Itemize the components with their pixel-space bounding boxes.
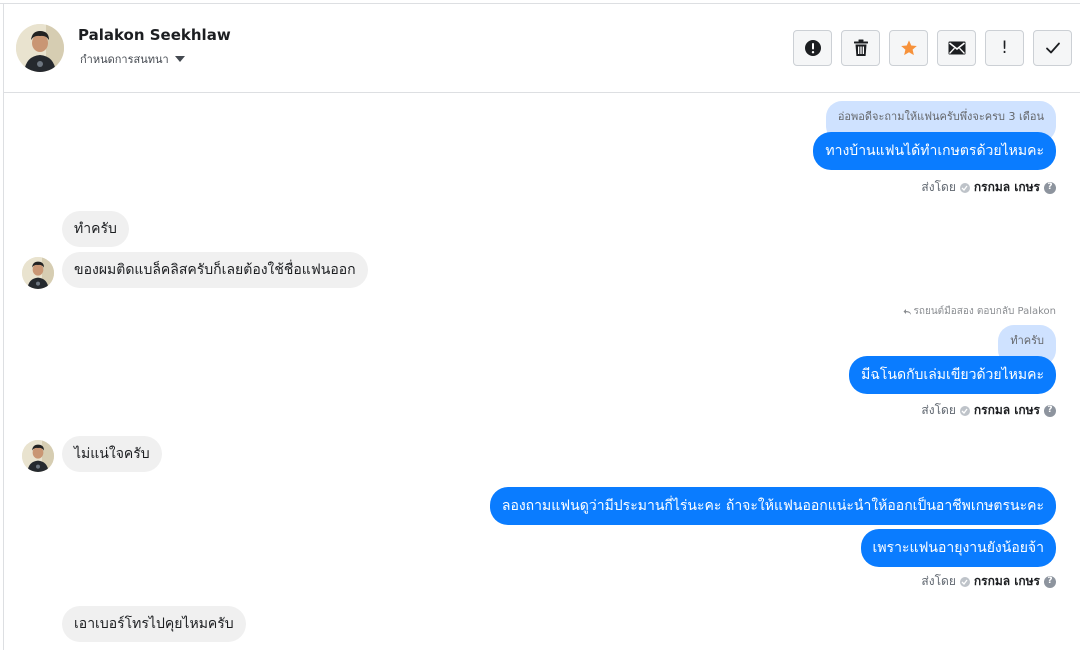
checkmark-icon bbox=[1045, 42, 1060, 54]
caret-down-icon bbox=[174, 56, 185, 62]
sent-by-info: ส่งโดย กรกมล เกษร ? bbox=[921, 401, 1056, 420]
sent-by-label: ส่งโดย bbox=[921, 180, 956, 194]
conversation-header: Palakon Seekhlaw กำหนดการสนทนา ! bbox=[4, 4, 1080, 93]
message-text: ไม่แน่ใจครับ bbox=[74, 446, 150, 462]
reply-indicator-text: รถยนต์มือสอง ตอบกลับ Palakon bbox=[913, 306, 1056, 317]
outgoing-message[interactable]: เพราะแฟนอายุงานยังน้อยจ้า bbox=[860, 529, 1056, 567]
quoted-message-text: อ่อพอดีจะถามให้แฟนครับพึ่งจะครบ 3 เดือน bbox=[837, 110, 1044, 123]
sent-by-info: ส่งโดย กรกมล เกษร ? bbox=[921, 178, 1056, 197]
incoming-message[interactable]: เอาเบอร์โทรไปคุยไหมครับ bbox=[62, 606, 246, 642]
outgoing-message[interactable]: ลองถามแฟนดูว่ามีประมานกี่ไร่นะคะ ถ้าจะให… bbox=[489, 487, 1056, 525]
incoming-message[interactable]: ของผมติดแบล็คลิสครับก็เลยต้องใช้ชื่อแฟนอ… bbox=[62, 252, 368, 288]
incoming-message[interactable]: ทำครับ bbox=[62, 211, 129, 247]
reply-indicator: รถยนต์มือสอง ตอบกลับ Palakon bbox=[903, 304, 1056, 319]
trash-icon bbox=[853, 39, 868, 56]
outgoing-message[interactable]: ทางบ้านแฟนได้ทำเกษตรด้วยไหมคะ bbox=[813, 132, 1056, 170]
follow-up-button[interactable]: ! bbox=[985, 30, 1024, 66]
quoted-message-text: ทำครับ bbox=[1010, 334, 1044, 347]
mark-spam-button[interactable] bbox=[793, 30, 832, 66]
check-circle-icon bbox=[959, 405, 970, 416]
message-text: เพราะแฟนอายุงานยังน้อยจ้า bbox=[872, 540, 1044, 556]
message-text: ของผมติดแบล็คลิสครับก็เลยต้องใช้ชื่อแฟนอ… bbox=[74, 262, 356, 278]
avatar[interactable] bbox=[22, 440, 54, 472]
message-text: ทำครับ bbox=[74, 221, 117, 237]
sender-name[interactable]: กรกมล เกษร bbox=[974, 401, 1040, 420]
sender-name[interactable]: กรกมล เกษร bbox=[974, 572, 1040, 591]
avatar[interactable] bbox=[16, 24, 64, 72]
avatar-image bbox=[16, 24, 64, 72]
sent-by-label: ส่งโดย bbox=[921, 574, 956, 588]
contact-name: Palakon Seekhlaw bbox=[78, 26, 231, 44]
mark-done-button[interactable] bbox=[1033, 30, 1072, 66]
star-button[interactable] bbox=[889, 30, 928, 66]
message-text: มีฉโนดกับเล่มเขียวด้วยไหมคะ bbox=[861, 367, 1044, 383]
exclamation-icon: ! bbox=[1001, 37, 1008, 58]
assign-conversation-dropdown[interactable]: กำหนดการสนทนา bbox=[80, 50, 185, 68]
delete-button[interactable] bbox=[841, 30, 880, 66]
avatar-image bbox=[22, 257, 54, 289]
message-thread[interactable]: อ่อพอดีจะถามให้แฟนครับพึ่งจะครบ 3 เดือน … bbox=[4, 94, 1080, 650]
reply-arrow-icon bbox=[903, 308, 911, 315]
avatar-image bbox=[22, 440, 54, 472]
check-circle-icon bbox=[959, 182, 970, 193]
message-text: เอาเบอร์โทรไปคุยไหมครับ bbox=[74, 616, 234, 632]
mark-unread-button[interactable] bbox=[937, 30, 976, 66]
sent-by-info: ส่งโดย กรกมล เกษร ? bbox=[921, 572, 1056, 591]
alert-circle-icon bbox=[804, 40, 821, 56]
message-text: ทางบ้านแฟนได้ทำเกษตรด้วยไหมคะ bbox=[825, 143, 1044, 159]
incoming-message[interactable]: ไม่แน่ใจครับ bbox=[62, 436, 162, 472]
check-circle-icon bbox=[959, 576, 970, 587]
sent-by-label: ส่งโดย bbox=[921, 403, 956, 417]
help-icon[interactable]: ? bbox=[1044, 404, 1056, 417]
help-icon[interactable]: ? bbox=[1044, 575, 1056, 588]
outgoing-message[interactable]: มีฉโนดกับเล่มเขียวด้วยไหมคะ bbox=[849, 356, 1056, 394]
conversation-toolbar: ! bbox=[793, 30, 1072, 66]
sender-name[interactable]: กรกมล เกษร bbox=[974, 178, 1040, 197]
help-icon[interactable]: ? bbox=[1044, 181, 1056, 194]
assign-conversation-label: กำหนดการสนทนา bbox=[80, 53, 169, 66]
envelope-icon bbox=[948, 41, 965, 55]
avatar[interactable] bbox=[22, 257, 54, 289]
star-icon bbox=[900, 40, 917, 56]
message-text: ลองถามแฟนดูว่ามีประมานกี่ไร่นะคะ ถ้าจะให… bbox=[501, 498, 1044, 514]
